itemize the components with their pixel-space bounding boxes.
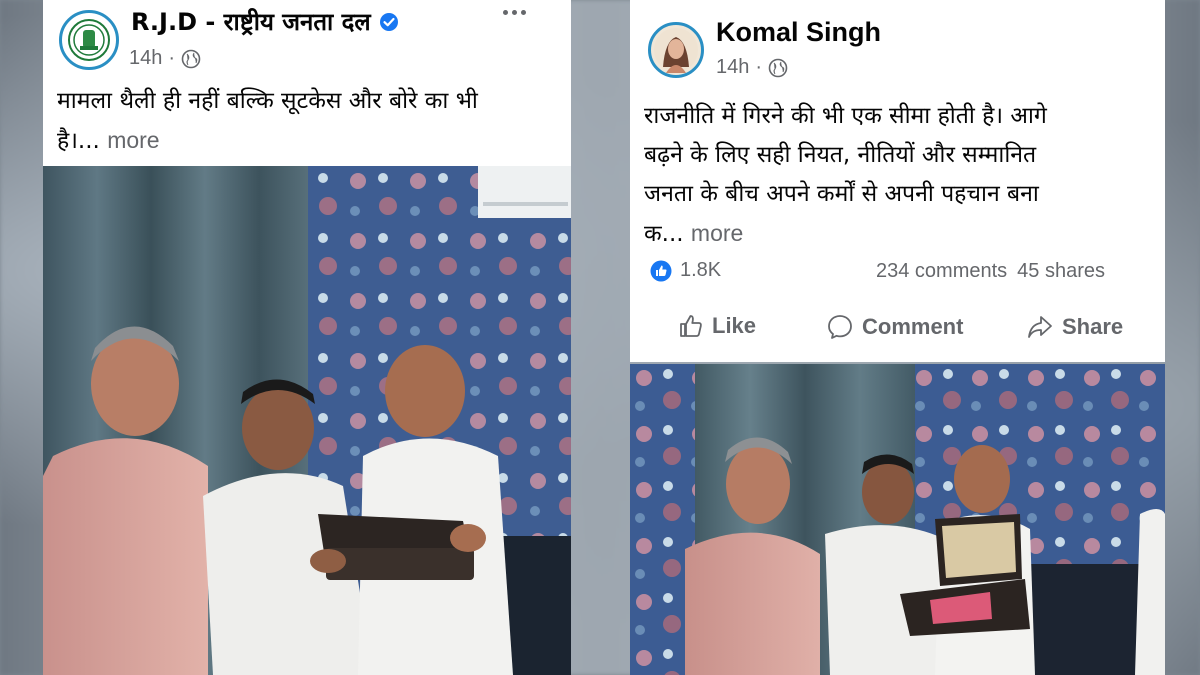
post-time[interactable]: 14h xyxy=(129,47,162,70)
meta-separator: · xyxy=(168,47,176,69)
rjd-logo-icon xyxy=(68,19,110,61)
share-label: Share xyxy=(1062,314,1124,339)
photo-illustration xyxy=(43,166,571,675)
thumbs-up-icon xyxy=(680,315,702,337)
meta-separator: · xyxy=(755,56,763,78)
post-photo[interactable] xyxy=(630,364,1165,675)
like-count: 1.8K xyxy=(680,259,722,281)
globe-icon xyxy=(181,49,201,68)
share-button[interactable]: Share xyxy=(1026,313,1123,341)
comment-button[interactable]: Comment xyxy=(826,313,963,341)
author-name[interactable]: R.J.D - राष्ट्रीय जनता दल xyxy=(131,5,371,38)
more-options-icon[interactable] xyxy=(503,10,526,15)
share-count[interactable]: 45 shares xyxy=(1017,260,1105,283)
post-meta: 14h · xyxy=(716,56,788,79)
post-text: मामला थैली ही नहीं बल्कि सूटकेस और बोरे … xyxy=(57,82,562,161)
comments-shares: 234 comments 45 shares xyxy=(876,260,1105,283)
see-more-link[interactable]: more xyxy=(107,127,159,153)
avatar-komal[interactable] xyxy=(648,22,704,78)
like-button[interactable]: Like xyxy=(678,313,756,339)
like-label: Like xyxy=(712,313,757,338)
share-icon xyxy=(1028,316,1052,338)
post-author[interactable]: R.J.D - राष्ट्रीय जनता दल xyxy=(131,5,399,38)
post-card-komal: Komal Singh 14h · राजनीति में गिरने की भ… xyxy=(630,0,1165,675)
post-text-line: बढ़ने के लिए सही नियत, नीतियों और सम्मान… xyxy=(644,142,1037,168)
comment-icon xyxy=(828,315,852,339)
avatar-rjd[interactable] xyxy=(59,10,119,70)
reaction-summary[interactable]: 1.8K xyxy=(650,259,721,282)
post-meta: 14h · xyxy=(129,47,201,70)
post-text-line: मामला थैली ही नहीं बल्कि सूटकेस और बोरे … xyxy=(57,88,478,114)
post-photo[interactable] xyxy=(43,166,571,675)
post-card-rjd: R.J.D - राष्ट्रीय जनता दल 14h · मामला थै… xyxy=(43,0,571,675)
post-time[interactable]: 14h xyxy=(716,56,749,79)
post-header-area: Komal Singh 14h · राजनीति में गिरने की भ… xyxy=(630,0,1165,362)
profile-photo-icon xyxy=(654,28,698,73)
see-more-link[interactable]: more xyxy=(691,220,743,246)
verified-badge-icon xyxy=(379,12,398,31)
comment-label: Comment xyxy=(862,314,964,339)
post-text-line: राजनीति में गिरने की भी एक सीमा होती है।… xyxy=(644,103,1047,129)
post-text-line: जनता के बीच अपने कर्मों से अपनी पहचान बन… xyxy=(644,181,1039,207)
like-reaction-icon xyxy=(650,260,672,281)
comment-count[interactable]: 234 comments xyxy=(876,260,1007,283)
post-text-line: है।... xyxy=(57,128,100,154)
post-text: राजनीति में गिरने की भी एक सीमा होती है।… xyxy=(644,97,1159,254)
photo-illustration xyxy=(630,364,1165,675)
post-author[interactable]: Komal Singh xyxy=(716,17,881,48)
globe-icon xyxy=(768,58,788,77)
post-text-line: क... xyxy=(644,221,684,247)
